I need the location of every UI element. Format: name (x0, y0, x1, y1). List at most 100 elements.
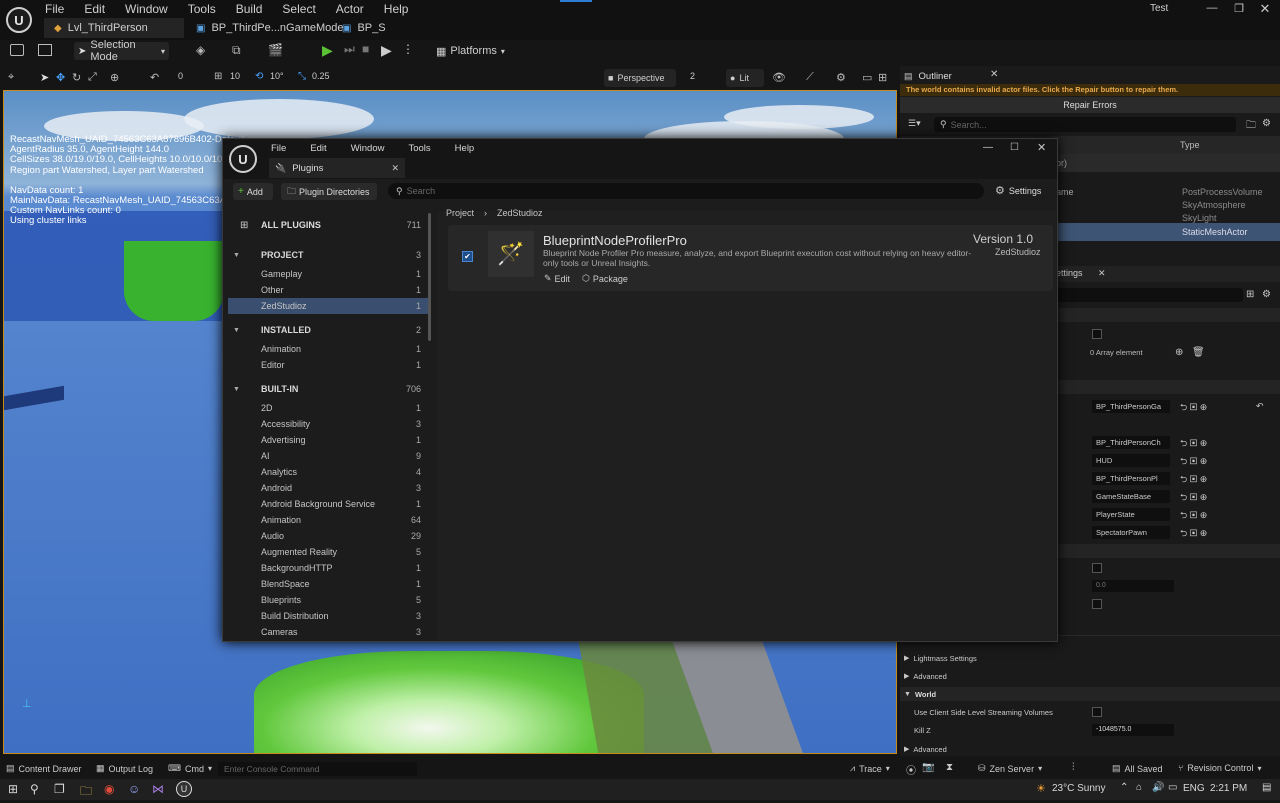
advanced-row[interactable]: ▶ Advanced (900, 742, 1280, 756)
category-item[interactable]: Animation 1 (228, 341, 428, 357)
menu-help[interactable]: Help (374, 1, 419, 17)
task-view-icon[interactable]: ❐ (54, 782, 65, 796)
close-icon[interactable]: ✕ (1037, 141, 1046, 154)
show-icon[interactable]: 👁 (772, 71, 786, 84)
category-item[interactable]: Audio 29 (228, 528, 428, 544)
category-item[interactable]: Analytics 4 (228, 464, 428, 480)
playerstate-dropdown[interactable]: PlayerState (1092, 508, 1170, 521)
realtime-icon[interactable]: ⟋ (806, 71, 814, 84)
browse-icon[interactable] (38, 44, 52, 56)
rotate-tool-icon[interactable]: ↻ (72, 71, 81, 84)
reset-icon[interactable]: ↶ (1256, 401, 1264, 412)
unreal-taskbar-icon[interactable]: U (176, 781, 192, 797)
menu-window[interactable]: Window (115, 1, 178, 17)
play-icon[interactable]: ▶ (322, 42, 333, 59)
content-drawer-button[interactable]: ▤ Content Drawer (6, 763, 82, 774)
plugin-search-input[interactable]: ⚲ Search (388, 183, 984, 199)
plugin-directories-button[interactable]: 🗀 Plugin Directories (281, 183, 377, 200)
settings-gear-icon[interactable]: ⚙ (1262, 118, 1271, 129)
folder-icon[interactable]: 🗀 (1246, 118, 1256, 135)
cinematics-icon[interactable]: 🎬 (268, 43, 283, 57)
minimize-icon[interactable]: — (1205, 2, 1219, 14)
rotation-snap-icon[interactable]: ⟲ (255, 71, 263, 82)
lightmass-settings-row[interactable]: ▶ Lightmass Settings (900, 651, 1280, 665)
details-category[interactable] (1055, 308, 1280, 322)
category-section[interactable]: ▼ PROJECT 3 (228, 247, 428, 263)
category-item[interactable]: Cameras 3 (228, 624, 428, 639)
world-local-icon[interactable]: ⊕ (110, 71, 119, 84)
category-item[interactable]: Gameplay 1 (228, 266, 428, 282)
menu-build[interactable]: Build (226, 1, 273, 17)
category-item[interactable]: Augmented Reality 5 (228, 544, 428, 560)
blueprint-menu-icon[interactable]: ⧉ (232, 43, 241, 58)
select-tool-icon[interactable]: ➤ (40, 71, 49, 84)
category-item[interactable]: Advertising 1 (228, 432, 428, 448)
notification-icon[interactable]: ▤ (1262, 782, 1271, 793)
tab-plugins[interactable]: 🔌 Plugins ✕ (269, 158, 405, 178)
output-log-button[interactable]: ▦ Output Log (96, 763, 153, 774)
browse-asset-icon[interactable]: ⮌ ▣ ⊕ (1180, 454, 1207, 470)
category-item[interactable]: 2D 1 (228, 400, 428, 416)
volume-icon[interactable]: 🔊 (1152, 782, 1164, 793)
camera-speed[interactable]: 2 (690, 71, 695, 81)
translate-snap-value[interactable]: 0 (178, 71, 183, 81)
surface-snap-icon[interactable]: ↶ (150, 71, 159, 84)
player-controller-dropdown[interactable]: BP_ThirdPersonPl (1092, 472, 1170, 485)
category-item[interactable]: AI 9 (228, 448, 428, 464)
battery-icon[interactable]: ▭ (1168, 782, 1177, 793)
scale-snap-icon[interactable]: ⤡ (298, 71, 306, 82)
menu-window[interactable]: Window (339, 143, 397, 154)
menu-edit[interactable]: Edit (74, 1, 115, 17)
unreal-logo-icon[interactable]: U (6, 7, 32, 33)
add-element-icon[interactable]: ⊕ (1175, 347, 1183, 358)
category-item[interactable]: Android 3 (228, 480, 428, 496)
tab-level[interactable]: ◆ Lvl_ThirdPerson (44, 18, 184, 38)
menu-edit[interactable]: Edit (298, 143, 338, 154)
tab-gamemode[interactable]: ▣ BP_ThirdPe...nGameMode (186, 18, 344, 38)
settings-button[interactable]: ⚙ Settings (995, 184, 1041, 197)
chrome-icon[interactable]: ◉ (104, 782, 114, 796)
windows-start-icon[interactable]: ⊞ (8, 782, 18, 796)
console-input[interactable]: Enter Console Command (218, 762, 417, 776)
source-control-icon[interactable]: ⫶ (1072, 762, 1075, 773)
move-tool-icon[interactable]: ✥ (56, 71, 65, 84)
more-options-icon[interactable]: ⋮ (402, 42, 414, 56)
gamemode-dropdown[interactable]: BP_ThirdPersonGa (1092, 400, 1170, 413)
cmd-dropdown[interactable]: ⌨ Cmd ▾ (168, 763, 212, 774)
details-search[interactable] (1055, 288, 1243, 302)
hud-dropdown[interactable]: HUD (1092, 454, 1170, 467)
checkbox[interactable] (1092, 707, 1102, 717)
value-field[interactable]: 0.0 (1092, 580, 1174, 592)
restore-icon[interactable]: ❐ (1232, 2, 1246, 15)
world-category[interactable]: ▼ World (900, 687, 1280, 701)
category-section[interactable]: ▼ INSTALLED 2 (228, 322, 428, 338)
close-icon[interactable]: ✕ (990, 69, 998, 80)
platforms-button[interactable]: ▦ Platforms ▾ (432, 42, 509, 60)
kill-z-field[interactable]: -1048575.0 (1092, 724, 1174, 736)
rotation-snap-value[interactable]: 10° (270, 71, 284, 81)
perspective-button[interactable]: ■ Perspective (604, 69, 676, 87)
plugin-enabled-checkbox[interactable]: ✔ (462, 251, 473, 262)
outliner-tab[interactable]: ▤ Outliner (904, 68, 1004, 84)
category-item[interactable]: Accessibility 3 (228, 416, 428, 432)
menu-actor[interactable]: Actor (326, 1, 374, 17)
checkbox[interactable] (1092, 329, 1102, 339)
category-item[interactable]: BackgroundHTTP 1 (228, 560, 428, 576)
browse-asset-icon[interactable]: ⮌ ▣ ⊕ (1180, 436, 1207, 452)
hourglass-icon[interactable]: ⧗ (946, 762, 953, 773)
clock[interactable]: 2:21 PM (1210, 783, 1247, 794)
category-scrollbar[interactable] (428, 213, 431, 341)
browse-asset-icon[interactable]: ⮌ ▣ ⊕ (1180, 508, 1207, 524)
menu-select[interactable]: Select (272, 1, 325, 17)
close-icon[interactable]: ✕ (391, 163, 399, 174)
spectator-dropdown[interactable]: SpectatorPawn (1092, 526, 1170, 539)
step-icon[interactable]: ⏭ (344, 42, 355, 57)
advanced-row[interactable]: ▶ Advanced (900, 669, 1280, 683)
add-plugin-button[interactable]: + Add (233, 183, 273, 200)
minimize-icon[interactable]: — (983, 142, 993, 153)
search-icon[interactable]: ⚲ (30, 782, 39, 796)
browse-asset-icon[interactable]: ⮌ ▣ ⊕ (1180, 472, 1207, 488)
screenshot-icon[interactable]: 📷 (922, 762, 934, 773)
add-actor-icon[interactable]: ◈ (196, 43, 205, 57)
browse-asset-icon[interactable]: ⮌ ▣ ⊕ (1180, 490, 1207, 506)
